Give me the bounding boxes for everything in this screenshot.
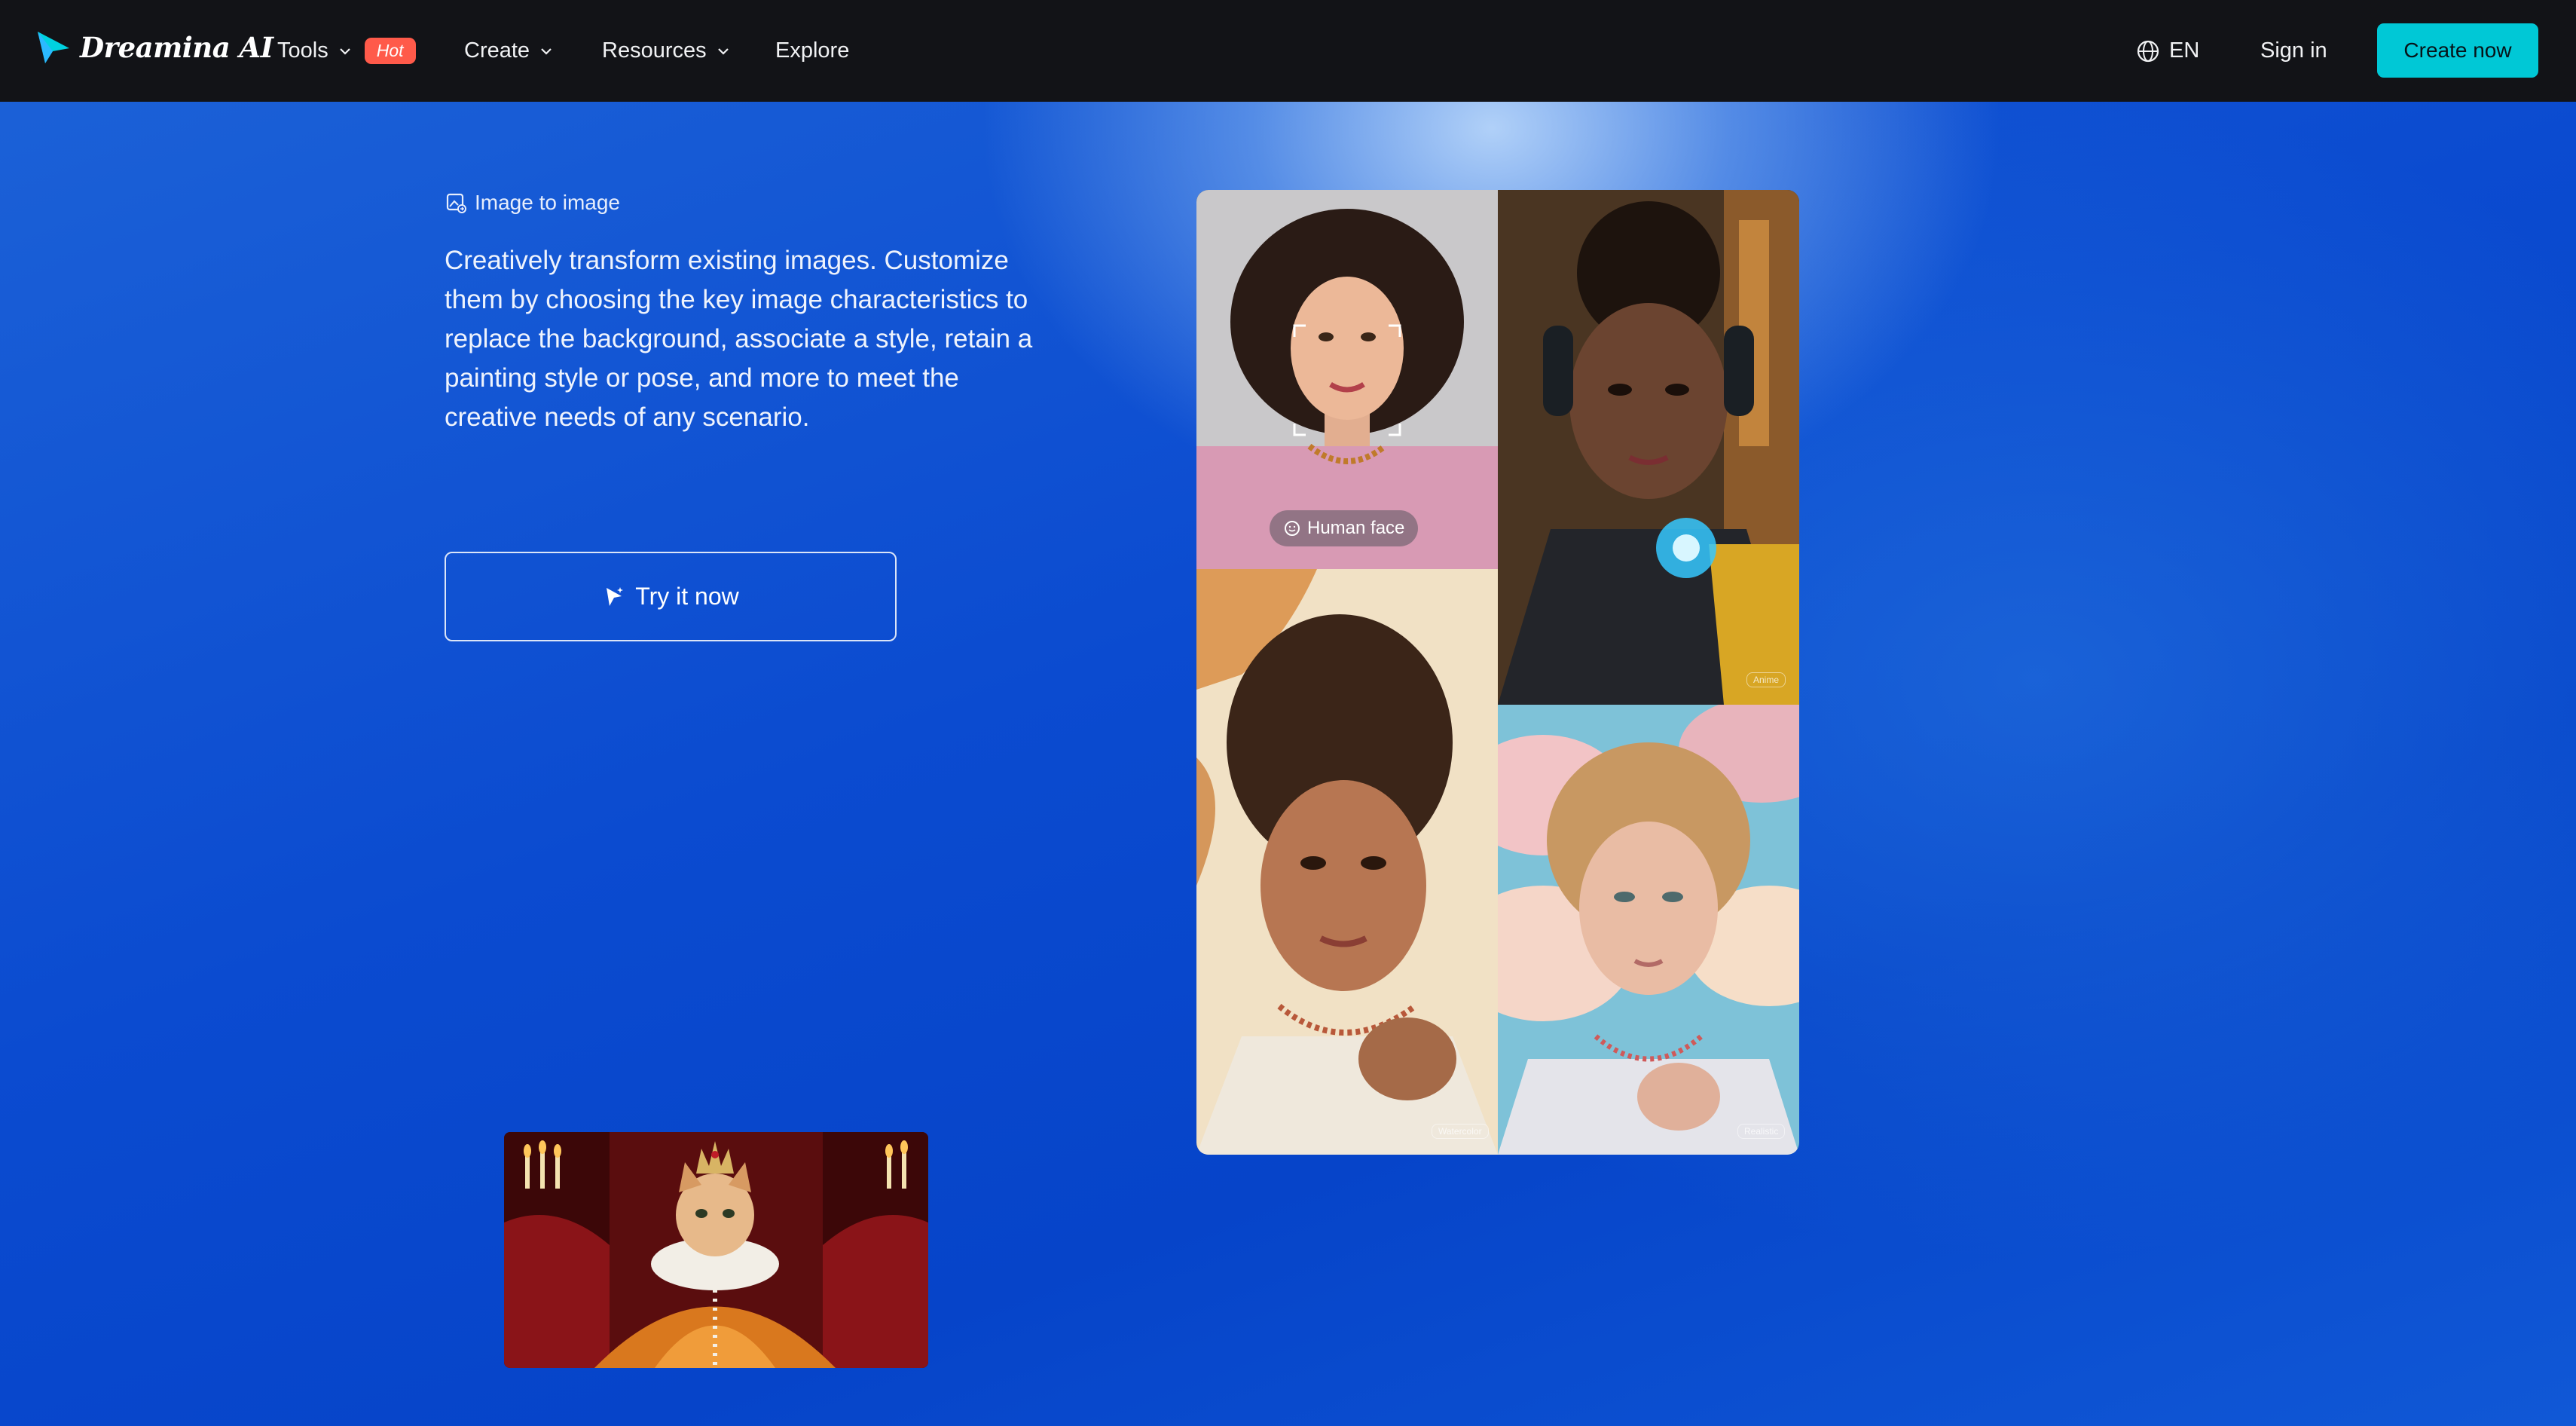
logo-icon	[38, 32, 69, 63]
globe-icon	[2137, 40, 2159, 62]
realistic-style-example-image: Realistic	[1498, 705, 1799, 1155]
nav-explore[interactable]: Explore	[775, 0, 849, 102]
nav-create-label: Create	[464, 38, 530, 63]
feature-tag-label: Image to image	[475, 191, 620, 214]
watercolor-label: Watercolor	[1432, 1124, 1489, 1139]
cat-queen-example-image	[504, 1132, 928, 1368]
language-label: EN	[2169, 38, 2200, 63]
sparkle-icon	[607, 586, 624, 606]
face-icon	[1285, 521, 1300, 536]
realistic-label: Realistic	[1737, 1124, 1786, 1139]
language-selector[interactable]: EN	[2136, 0, 2199, 102]
hot-badge: Hot	[364, 38, 416, 64]
human-face-text: Human face	[1307, 518, 1405, 538]
feature-description: Creatively transform existing images. Cu…	[445, 246, 1033, 432]
image-to-image-icon	[446, 193, 466, 213]
anime-style-example-image: Anime	[1498, 190, 1799, 705]
anime-label: Anime	[1746, 672, 1786, 687]
chevron-down-icon	[717, 47, 729, 55]
nav-resources-label: Resources	[602, 38, 707, 63]
nav-resources[interactable]: Resources	[602, 0, 731, 102]
sign-in-link[interactable]: Sign in	[2260, 0, 2327, 102]
nav-explore-label: Explore	[775, 38, 850, 63]
watercolor-style-example-image: Watercolor	[1196, 569, 1498, 1155]
nav-create[interactable]: Create	[464, 0, 554, 102]
create-now-button[interactable]: Create now	[2377, 23, 2538, 78]
chevron-down-icon	[541, 47, 552, 55]
nav-tools-label: Tools	[277, 38, 328, 63]
human-face-example-image: Human face	[1196, 190, 1498, 569]
try-it-now-button[interactable]: Try it now	[445, 552, 897, 641]
sign-in-label: Sign in	[2260, 38, 2327, 63]
human-face-label: Human face	[1270, 510, 1419, 546]
brand-logo[interactable]: Dreamina AI	[35, 29, 273, 66]
try-it-now-label: Try it now	[635, 583, 739, 610]
example-image-grid: Human face Anime Watercolor Realistic	[1196, 190, 1799, 1155]
nav-tools[interactable]: Tools Hot	[277, 0, 416, 102]
chevron-down-icon	[339, 47, 350, 55]
feature-tag: Image to image	[445, 191, 620, 215]
brand-name: Dreamina AI	[80, 31, 273, 64]
top-navbar: Dreamina AI Tools Hot Create Resources E…	[0, 0, 2576, 102]
